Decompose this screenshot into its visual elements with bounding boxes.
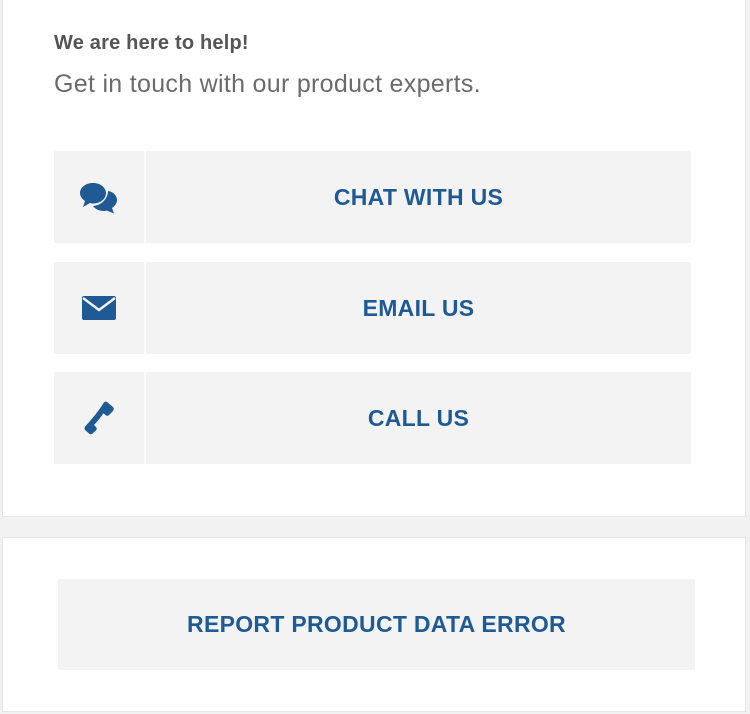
envelope-icon <box>81 294 117 322</box>
call-us-label[interactable]: CALL US <box>146 372 691 464</box>
chat-icon-cell[interactable] <box>54 151 144 243</box>
help-subtext: Get in touch with our product experts. <box>54 70 481 98</box>
phone-icon-cell[interactable] <box>54 372 144 464</box>
call-us-button[interactable]: CALL US <box>54 372 691 464</box>
report-product-data-error-button[interactable]: REPORT PRODUCT DATA ERROR <box>58 579 695 670</box>
chat-with-us-button[interactable]: CHAT WITH US <box>54 151 691 243</box>
phone-icon <box>83 401 115 435</box>
chat-icon <box>79 180 119 214</box>
help-heading: We are here to help! <box>54 32 249 54</box>
email-us-button[interactable]: EMAIL US <box>54 262 691 354</box>
chat-with-us-label[interactable]: CHAT WITH US <box>146 151 691 243</box>
envelope-icon-cell[interactable] <box>54 262 144 354</box>
email-us-label[interactable]: EMAIL US <box>146 262 691 354</box>
